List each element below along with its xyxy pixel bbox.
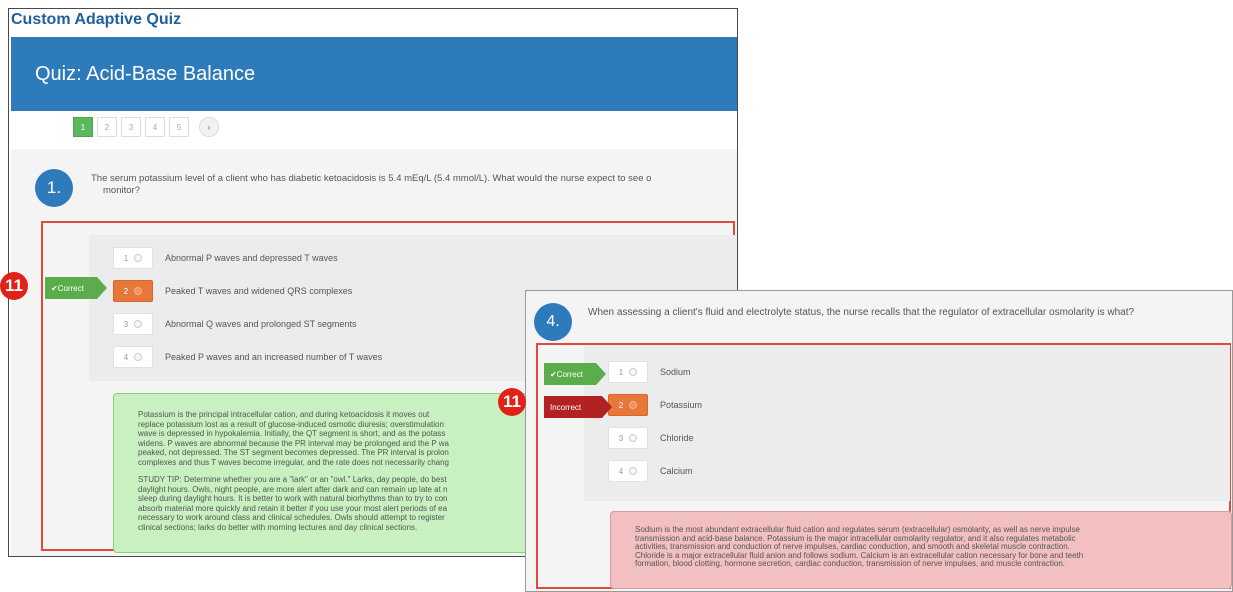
answer-option-1[interactable]: 1 Sodium (608, 361, 691, 383)
radio-icon (629, 467, 638, 475)
page-button-3[interactable]: 3 (121, 117, 141, 137)
callout-marker-11: 11 (0, 272, 28, 300)
answer-number: 4 (618, 466, 624, 476)
radio-icon (629, 368, 638, 376)
answer-choice-button[interactable]: 4 (113, 346, 153, 368)
answer-number: 1 (123, 253, 129, 263)
radio-icon (134, 287, 143, 295)
quiz-screenshot-fluid-electrolyte: 4. When assessing a client's fluid and e… (525, 290, 1233, 592)
answer-option-2[interactable]: 2 Potassium (608, 394, 702, 416)
radio-icon (134, 254, 143, 262)
next-page-button[interactable]: › (199, 117, 219, 137)
question-text: The serum potassium level of a client wh… (91, 173, 652, 184)
answer-highlight-box: 1 Sodium 2 Potassium 3 Chloride 4 Calciu… (536, 343, 1232, 589)
page-button-1[interactable]: 1 (73, 117, 93, 137)
answer-number: 1 (618, 367, 624, 377)
page-button-2[interactable]: 2 (97, 117, 117, 137)
incorrect-tag: Incorrect (544, 396, 612, 418)
answer-label: Sodium (660, 367, 691, 377)
pagination: 1 2 3 4 5 › (73, 117, 219, 137)
answer-label: Abnormal Q waves and prolonged ST segmen… (165, 319, 357, 329)
answer-number: 2 (123, 286, 129, 296)
rationale-line: daylight hours. Owls, night people, are … (138, 484, 448, 494)
chevron-right-icon: › (207, 122, 211, 132)
answer-choice-button-selected[interactable]: 2 (113, 280, 153, 302)
page-button-5[interactable]: 5 (169, 117, 189, 137)
rationale-line: clinical sections; larks do better with … (138, 522, 418, 532)
answer-choice-button-selected[interactable]: 2 (608, 394, 648, 416)
callout-marker-11: 11 (498, 388, 526, 416)
rationale-line: absorb material more quickly and retain … (138, 503, 448, 513)
rationale-line: wave is depressed in hypokalemia. Initia… (138, 429, 446, 438)
rationale-line: necessary to work around class and clini… (138, 513, 445, 522)
answer-option-3[interactable]: 3 Chloride (608, 427, 694, 449)
question-number-badge: 1. (35, 169, 73, 207)
answer-option-2[interactable]: 2 Peaked T waves and widened QRS complex… (113, 280, 352, 302)
answer-option-4[interactable]: 4 Calcium (608, 460, 693, 482)
rationale-line: complexes and thus T waves become irregu… (138, 457, 449, 467)
correct-tag-label: Correct (57, 283, 84, 293)
answer-number: 4 (123, 352, 129, 362)
answer-label: Potassium (660, 400, 703, 410)
rationale-line: STUDY TIP: Determine whether you are a "… (138, 475, 447, 484)
answer-choice-button[interactable]: 3 (608, 427, 648, 449)
answer-option-4[interactable]: 4 Peaked P waves and an increased number… (113, 346, 382, 368)
correct-tag: ✔ Correct (544, 363, 606, 385)
quiz-title: Quiz: Acid-Base Balance (35, 63, 256, 85)
rationale-line: peaked, not depressed. The ST segment be… (138, 448, 449, 457)
answer-choice-button[interactable]: 1 (113, 247, 153, 269)
quiz-header: Quiz: Acid-Base Balance (11, 37, 737, 111)
rationale-box-incorrect: Sodium is the most abundant extracellula… (610, 511, 1232, 589)
rationale-line: sleep during daylight hours. It is bette… (138, 494, 448, 503)
answer-label: Calcium (660, 466, 693, 476)
answer-label: Chloride (660, 433, 694, 443)
answer-choice-button[interactable]: 4 (608, 460, 648, 482)
answer-number: 3 (123, 319, 129, 329)
answer-label: Abnormal P waves and depressed T waves (165, 253, 338, 263)
answer-number: 3 (618, 433, 624, 443)
answer-label: Peaked P waves and an increased number o… (165, 352, 383, 362)
answer-list: 1 Sodium 2 Potassium 3 Chloride 4 Calciu… (584, 345, 1230, 501)
answer-number: 2 (618, 400, 624, 410)
rationale-line: formation, blood clotting, hormone secre… (635, 559, 1065, 568)
incorrect-tag-label: Incorrect (550, 402, 582, 412)
question-text: When assessing a client's fluid and elec… (588, 307, 1135, 318)
rationale-line: Potassium is the principal intracellular… (138, 410, 430, 419)
answer-label: Peaked T waves and widened QRS complexes (165, 286, 353, 296)
rationale-line: replace potassium lost as a result of gl… (138, 419, 444, 429)
radio-icon (629, 434, 638, 442)
page-button-4[interactable]: 4 (145, 117, 165, 137)
answer-option-3[interactable]: 3 Abnormal Q waves and prolonged ST segm… (113, 313, 356, 335)
answer-choice-button[interactable]: 1 (608, 361, 648, 383)
radio-icon (134, 353, 143, 361)
radio-icon (629, 401, 638, 409)
answer-option-1[interactable]: 1 Abnormal P waves and depressed T waves (113, 247, 338, 269)
app-title: Custom Adaptive Quiz (11, 11, 182, 28)
correct-tag-label: Correct (556, 369, 583, 379)
question-text-continued: monitor? (103, 185, 140, 196)
radio-icon (134, 320, 143, 328)
answer-choice-button[interactable]: 3 (113, 313, 153, 335)
rationale-line: widens. P waves are abnormal because the… (138, 438, 449, 448)
question-number-badge: 4. (534, 303, 572, 341)
correct-tag: ✔ Correct (45, 277, 107, 299)
